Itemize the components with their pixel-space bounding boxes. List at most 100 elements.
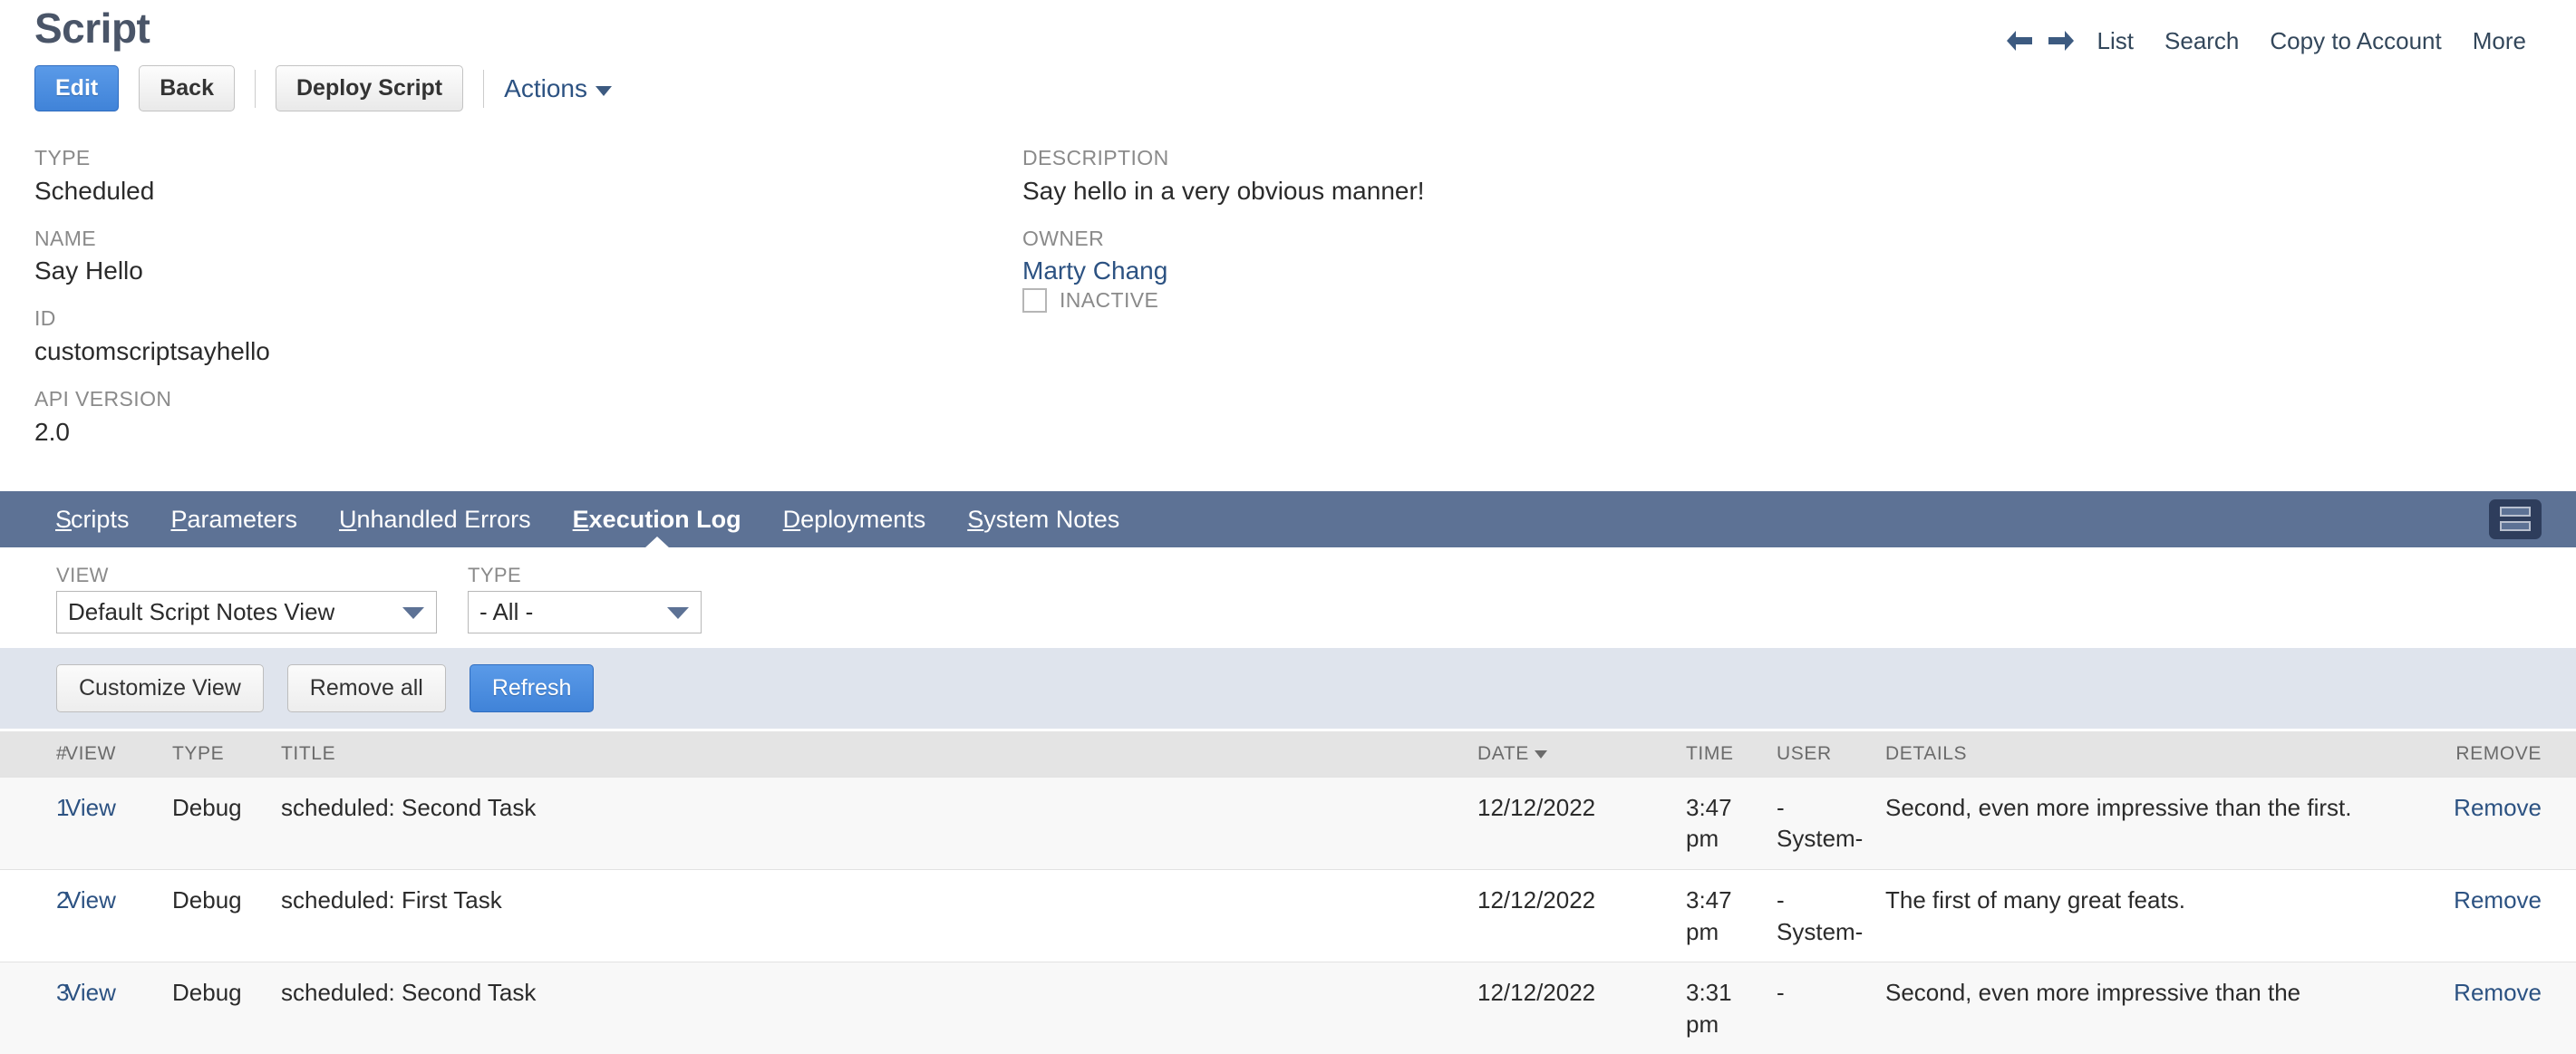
- actions-menu[interactable]: Actions: [504, 74, 612, 103]
- cell-time: 3:47 pm: [1677, 869, 1767, 962]
- column-header-date[interactable]: DATE: [1468, 730, 1677, 778]
- field-owner-value[interactable]: Marty Chang: [1022, 255, 1425, 286]
- tab-scripts[interactable]: Scripts: [34, 491, 150, 547]
- view-link[interactable]: View: [65, 794, 116, 821]
- active-tab-pointer: [644, 536, 670, 548]
- nav-link-search[interactable]: Search: [2149, 27, 2254, 55]
- remove-link[interactable]: Remove: [2454, 886, 2542, 914]
- nav-link-more[interactable]: More: [2457, 27, 2542, 55]
- view-link[interactable]: View: [65, 979, 116, 1006]
- view-filter-label: VIEW: [56, 563, 109, 586]
- type-filter-label: TYPE: [468, 563, 522, 586]
- cell-view: View: [56, 962, 163, 1054]
- nav-link-copy-to-account[interactable]: Copy to Account: [2254, 27, 2456, 55]
- cell-remove: Remove: [2384, 776, 2576, 870]
- table-row: 2 View Debug scheduled: First Task 12/12…: [0, 869, 2576, 962]
- cell-title: scheduled: First Task: [272, 869, 1468, 962]
- column-header-user[interactable]: USER: [1767, 730, 1876, 778]
- page-header: Script List Search Copy to Account More …: [0, 0, 2576, 112]
- field-owner-label: OWNER: [1022, 226, 1105, 250]
- inactive-checkbox[interactable]: [1022, 288, 1047, 314]
- remove-link[interactable]: Remove: [2454, 794, 2542, 821]
- table-header: # VIEW TYPE TITLE DATE TIME USER DETAILS…: [0, 730, 2576, 778]
- cell-date: 12/12/2022: [1468, 962, 1677, 1054]
- column-header-num[interactable]: #: [0, 730, 67, 778]
- arrow-left-icon[interactable]: [1999, 25, 2040, 56]
- view-filter: VIEW Default Script Notes View: [56, 564, 437, 633]
- table-row: 3 View Debug scheduled: Second Task 12/1…: [0, 962, 2576, 1054]
- field-type: TYPE Scheduled: [34, 146, 1022, 207]
- column-header-details[interactable]: DETAILS: [1876, 730, 2384, 778]
- field-type-value: Scheduled: [34, 176, 155, 205]
- column-header-type[interactable]: TYPE: [163, 730, 272, 778]
- cell-details: The first of many great feats.: [1876, 869, 2384, 962]
- nav-link-list[interactable]: List: [2082, 27, 2149, 55]
- field-description-label: DESCRIPTION: [1022, 146, 1169, 170]
- toolbar-divider: [254, 69, 256, 108]
- tab-system-notes-label: ystem Notes: [983, 505, 1120, 533]
- field-description: DESCRIPTION Say hello in a very obvious …: [1022, 146, 1425, 207]
- column-header-title[interactable]: TITLE: [272, 730, 1468, 778]
- table-header-row: # VIEW TYPE TITLE DATE TIME USER DETAILS…: [0, 730, 2576, 778]
- execution-log-table: # VIEW TYPE TITLE DATE TIME USER DETAILS…: [0, 730, 2576, 1054]
- field-api-version: API VERSION 2.0: [34, 387, 1022, 448]
- toolbar-divider: [483, 69, 485, 108]
- filter-row: VIEW Default Script Notes View TYPE - Al…: [0, 546, 2576, 648]
- field-owner: OWNER Marty Chang INACTIVE: [1022, 227, 1425, 314]
- layout-rows-icon[interactable]: [2489, 498, 2542, 539]
- type-select[interactable]: - All -: [468, 590, 702, 633]
- remove-link[interactable]: Remove: [2454, 979, 2542, 1006]
- cell-date: 12/12/2022: [1468, 776, 1677, 870]
- tab-deployments-label: eployments: [800, 505, 926, 533]
- tab-deployments[interactable]: Deployments: [762, 491, 947, 547]
- view-link[interactable]: View: [65, 886, 116, 914]
- column-header-time[interactable]: TIME: [1677, 730, 1767, 778]
- field-type-label: TYPE: [34, 146, 91, 170]
- cell-remove: Remove: [2384, 962, 2576, 1054]
- view-select-value: Default Script Notes View: [68, 597, 335, 625]
- cell-num: 1: [0, 776, 69, 870]
- column-header-view[interactable]: VIEW: [56, 730, 163, 778]
- cell-remove: Remove: [2384, 869, 2576, 962]
- tab-scripts-label: cripts: [70, 505, 130, 533]
- tab-execution-log-accesskey: E: [572, 505, 589, 533]
- cell-title: scheduled: Second Task: [272, 962, 1468, 1054]
- remove-all-button[interactable]: Remove all: [286, 663, 446, 712]
- field-id: ID customscriptsayhello: [34, 306, 1022, 367]
- layout-row-bar: [2500, 507, 2531, 517]
- customize-view-button[interactable]: Customize View: [56, 663, 264, 712]
- page-title: Script: [34, 5, 150, 52]
- cell-time: 3:47 pm: [1677, 776, 1767, 870]
- tab-unhandled-errors-accesskey: U: [339, 505, 357, 533]
- refresh-button[interactable]: Refresh: [469, 663, 595, 712]
- back-button[interactable]: Back: [139, 65, 235, 112]
- deploy-script-button[interactable]: Deploy Script: [275, 65, 464, 112]
- tab-execution-log[interactable]: Execution Log: [552, 491, 762, 548]
- tab-unhandled-errors[interactable]: Unhandled Errors: [318, 491, 552, 547]
- cell-user: -System-: [1767, 869, 1876, 962]
- tab-deployments-accesskey: D: [782, 505, 801, 533]
- tab-system-notes[interactable]: System Notes: [946, 491, 1140, 547]
- field-name: NAME Say Hello: [34, 227, 1022, 287]
- inactive-field: INACTIVE: [1022, 288, 1425, 314]
- field-api-version-value: 2.0: [34, 417, 70, 446]
- field-id-value: customscriptsayhello: [34, 337, 270, 366]
- tab-parameters-label: arameters: [187, 505, 298, 533]
- tab-unhandled-errors-label: nhandled Errors: [356, 505, 531, 533]
- tab-scripts-accesskey: S: [55, 505, 73, 533]
- record-fields: TYPE Scheduled NAME Say Hello ID customs…: [0, 146, 2576, 467]
- top-navigation: List Search Copy to Account More: [1999, 5, 2542, 56]
- cell-details: Second, even more impressive than the: [1876, 962, 2384, 1054]
- cell-time: 3:31 pm: [1677, 962, 1767, 1054]
- cell-user: -: [1767, 962, 1876, 1054]
- arrow-right-icon[interactable]: [2040, 25, 2082, 56]
- view-select[interactable]: Default Script Notes View: [56, 590, 437, 633]
- cell-view: View: [56, 776, 163, 870]
- tab-parameters[interactable]: Parameters: [150, 491, 318, 547]
- cell-view: View: [56, 869, 163, 962]
- cell-title: scheduled: Second Task: [272, 776, 1468, 870]
- actions-label: Actions: [504, 73, 587, 102]
- edit-button[interactable]: Edit: [34, 65, 120, 112]
- inactive-label: INACTIVE: [1060, 288, 1159, 313]
- cell-type: Debug: [163, 776, 272, 870]
